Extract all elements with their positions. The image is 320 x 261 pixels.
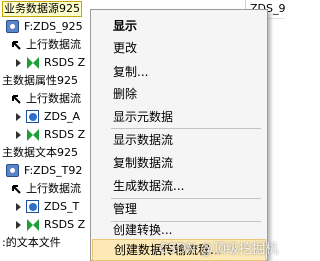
tree-node-label: 业务数据源925 — [2, 1, 82, 17]
tree-node-label: :的文本文件 — [2, 236, 61, 249]
context-menu: 显示 更改 复制... 删除 显示元数据 显示数据流 复制数据流 生成数据流..… — [90, 9, 268, 261]
menu-item-show-metadata[interactable]: 显示元数据 — [113, 106, 173, 128]
arrow-up-left-icon — [12, 95, 21, 104]
tree-node-label: ZDS_A — [44, 110, 81, 123]
expand-arrow-icon[interactable] — [16, 203, 21, 211]
expand-arrow-icon[interactable] — [16, 59, 21, 67]
arrow-up-left-icon — [12, 185, 21, 194]
tree-node-label: 上行数据流 — [26, 38, 81, 51]
tree-node-label: 主数据属性925 — [2, 74, 78, 87]
transformation-icon — [27, 129, 39, 141]
expand-arrow-icon[interactable] — [16, 113, 21, 121]
datasource-icon — [26, 200, 39, 213]
watermark: CSDN @顶级挖掘机 — [158, 242, 278, 257]
menu-item-generate-dataflow[interactable]: 生成数据流... — [113, 175, 184, 197]
tree-node-label: F:ZDS_925 — [24, 20, 83, 33]
transformation-icon — [27, 57, 39, 69]
menu-item-display[interactable]: 显示 — [113, 15, 137, 37]
tree-node-label: F:ZDS_T92 — [24, 164, 83, 177]
config-icon — [6, 164, 19, 177]
config-icon — [6, 20, 19, 33]
tree-node-label: 主数据文本925 — [2, 146, 78, 159]
tree-node-label: RSDS Z — [44, 128, 86, 141]
tree-node-label: RSDS Z — [44, 218, 86, 231]
expand-arrow-icon[interactable] — [16, 131, 21, 139]
menu-item-manage[interactable]: 管理 — [113, 198, 137, 220]
datasource-icon — [26, 110, 39, 123]
tree-node-label: 上行数据流 — [26, 182, 81, 195]
menu-item-copy-dataflow[interactable]: 复制数据流 — [113, 152, 173, 174]
menu-item-change[interactable]: 更改 — [113, 37, 137, 59]
tree-node-label: RSDS Z — [44, 56, 86, 69]
expand-arrow-icon[interactable] — [16, 221, 21, 229]
transformation-icon — [27, 219, 39, 231]
menu-item-show-dataflow[interactable]: 显示数据流 — [113, 129, 173, 151]
tree-node-label: ZDS_T — [44, 200, 80, 213]
menu-item-copy[interactable]: 复制... — [113, 61, 148, 83]
tree-node-label: 上行数据流 — [26, 92, 81, 105]
menu-item-delete[interactable]: 删除 — [113, 83, 137, 105]
arrow-up-left-icon — [12, 41, 21, 50]
